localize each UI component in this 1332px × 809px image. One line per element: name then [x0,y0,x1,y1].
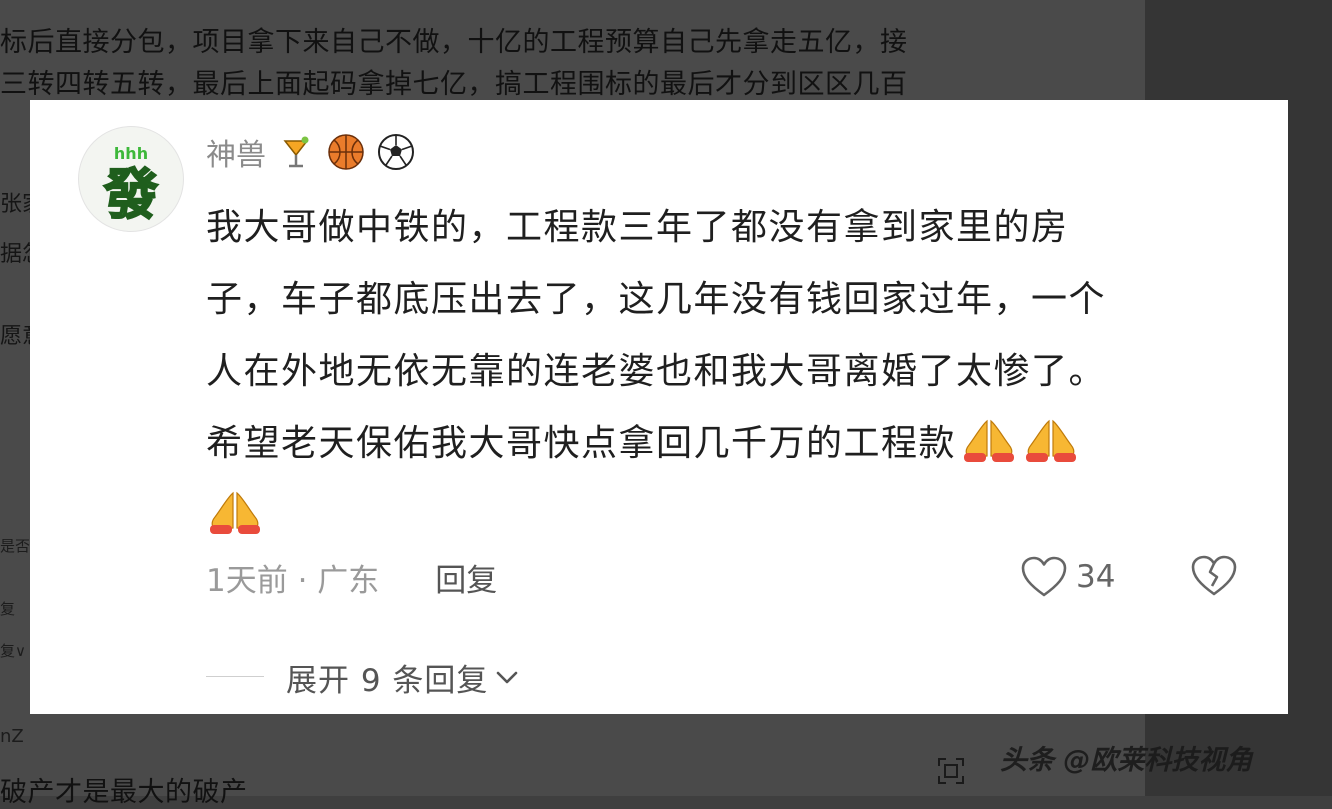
folded-hands-icon [964,419,1015,462]
avatar-glyph: 發 [103,163,158,226]
background-side-text: 是否 [0,537,31,555]
background-text-line: 三转四转五转，最后上面起码拿掉七亿，搞工程围标的最后才分到区区几百 [0,69,908,100]
comment-line-with-emoji: 希望老天保佑我大哥快点拿回几千万的工程款 [206,408,1246,480]
basketball-icon [328,134,364,170]
background-side-text: 复∨ [0,642,26,660]
avatar[interactable]: hhh 發 [78,126,184,232]
cocktail-icon [283,136,309,168]
background-comment-text: 破产才是最大的破产 [0,777,248,808]
expand-replies-label: 展开 9 条回复 [286,662,489,699]
soccer-ball-icon [378,134,414,170]
like-button[interactable]: 34 [1020,552,1115,602]
comment-text: 我大哥做中铁的，工程款三年了都没有拿到家里的房 子，车子都底压出去了，这几年没有… [206,192,1246,552]
comment-line-emoji [206,480,1246,552]
comment-time-location: 1天前 · 广东 [206,562,380,599]
scan-icon [938,758,964,784]
comment-meta: 1天前 · 广东 回复 [206,552,497,602]
folded-hands-icon [1026,419,1077,462]
background-side-text: 复 [0,600,16,618]
like-count: 34 [1076,559,1116,595]
reply-divider [206,676,264,677]
expand-replies-button[interactable]: 展开 9 条回复 [286,655,520,699]
broken-heart-icon[interactable] [1190,553,1238,599]
watermark: 头条 @欧莱科技视角 [1000,745,1253,776]
username[interactable]: 神兽 [206,130,266,174]
background-text-line: 标后直接分包，项目拿下来自己不做，十亿的工程预算自己先拿走五亿，接 [0,27,908,58]
user-info: 神兽 [206,130,426,174]
avatar-caption: hhh [114,144,148,163]
comment-line: 子，车子都底压出去了，这几年没有钱回家过年，一个 [206,279,1107,320]
comment-line: 人在外地无依无靠的连老婆也和我大哥离婚了太惨了。 [206,351,1107,392]
heart-icon [1021,556,1067,597]
comment-line: 希望老天保佑我大哥快点拿回几千万的工程款 [206,423,957,464]
avatar-image: hhh 發 [102,144,159,227]
reply-button[interactable]: 回复 [435,555,497,600]
folded-hands-icon [210,491,260,534]
chevron-down-icon [497,671,518,684]
background-username: nZ [0,726,24,747]
comment-card: hhh 發 神兽 我大哥做中铁的，工程款三年了都没有拿到家里的房 子，车子都底压… [30,100,1288,714]
comment-line: 我大哥做中铁的，工程款三年了都没有拿到家里的房 [206,207,1069,248]
